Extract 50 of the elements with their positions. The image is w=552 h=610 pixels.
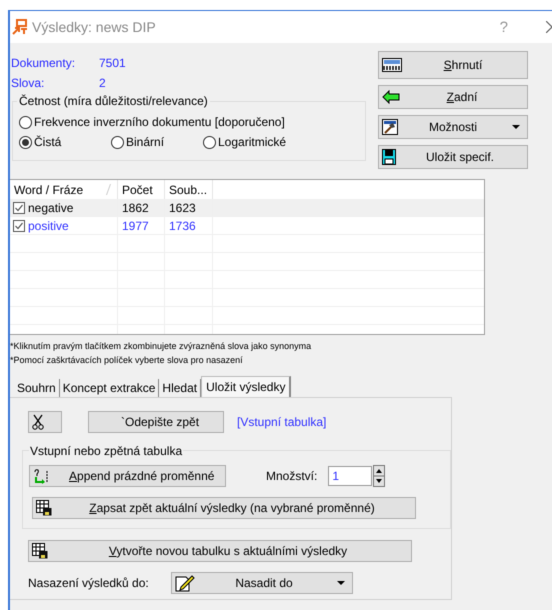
table-cell: 1862 — [118, 199, 165, 216]
tab[interactable]: Koncept extrakce — [60, 379, 160, 397]
window-title: Výsledky: news DIP — [32, 19, 157, 35]
group-title: Vstupní nebo zpětná tabulka — [29, 444, 184, 458]
hammer-icon — [382, 119, 398, 135]
table-cell: 1736 — [165, 217, 213, 234]
table-disk-icon — [36, 500, 52, 516]
group-title: Četnost (míra důležitosti/relevance) — [17, 94, 210, 108]
stat-value: 2 — [99, 76, 106, 90]
quantity-field[interactable]: 1 — [328, 466, 372, 486]
spin-buttons-icon[interactable] — [373, 465, 386, 487]
input-table-link[interactable]: [Vstupní tabulka] — [237, 415, 326, 429]
radio-button[interactable]: Logaritmické — [203, 135, 286, 149]
checkbox[interactable] — [13, 202, 25, 214]
radio-button[interactable]: Čistá — [19, 135, 99, 149]
tab[interactable]: Uložit výsledky — [201, 376, 292, 397]
write-results-button[interactable]: Zapsat zpět aktuální výsledky (na vybrané proměnné) — [32, 497, 416, 519]
create-table-button[interactable]: Vytvořte novou tabulku s aktuálními výsledky — [28, 540, 412, 562]
stat-value: 7501 — [99, 56, 126, 70]
radio-button[interactable]: Frekvence inverzního dokumentu [doporučeno] — [19, 115, 285, 129]
append-button[interactable]: Append prázdné proměnné — [29, 465, 226, 487]
write-back-button[interactable]: `Odepište zpět — [88, 411, 224, 433]
calculator-icon — [382, 58, 402, 72]
hint-text: *Kliknutím pravým tlačítkem zkombinujete zvýrazněná slova jako synonyma — [10, 341, 312, 351]
deploy-label: Nasazení výsledků do: — [28, 576, 150, 590]
checkbox[interactable] — [13, 220, 25, 232]
table-cell: 1623 — [165, 199, 213, 216]
close-icon[interactable] — [546, 21, 552, 33]
action-button[interactable]: Shrnutí — [378, 51, 528, 79]
pencil-note-icon — [175, 574, 195, 592]
action-button[interactable]: Možnosti — [378, 115, 528, 139]
action-button[interactable]: Uložit specif. — [378, 145, 528, 169]
hint-text: *Pomocí zaškrtávacích políček vyberte slova pro nasazení — [10, 355, 244, 365]
stat-label: Slova: — [10, 76, 46, 90]
tab[interactable]: Souhrn — [14, 379, 60, 397]
deploy-dropdown[interactable]: Nasadit do — [171, 572, 353, 594]
table-cell: 1977 — [118, 217, 165, 234]
left-arrow-icon — [382, 90, 400, 104]
table-disk-icon — [32, 543, 48, 559]
app-icon — [12, 19, 28, 35]
stat-label: Dokumenty: — [10, 56, 76, 70]
table-cell: negative — [28, 200, 74, 214]
dropdown-arrow-icon — [337, 581, 345, 585]
add-variable-icon — [33, 468, 49, 484]
scissors-button[interactable] — [28, 411, 62, 433]
scissors-icon — [32, 414, 44, 430]
action-button[interactable]: Zadní — [378, 85, 528, 109]
quantity-label: Množství: — [266, 469, 318, 483]
radio-button[interactable]: Binární — [111, 135, 191, 149]
table-cell: positive — [28, 218, 69, 232]
